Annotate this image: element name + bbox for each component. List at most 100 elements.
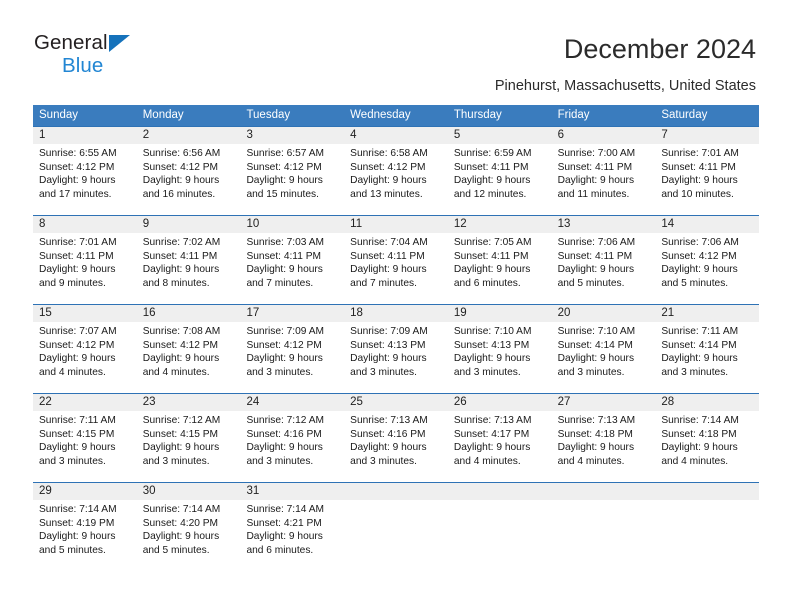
daylight-text-line1: Daylight: 9 hours bbox=[246, 175, 323, 187]
daylight-text-line1: Daylight: 9 hours bbox=[246, 353, 323, 365]
weekday-header-monday: Monday bbox=[142, 109, 184, 121]
day-number-band bbox=[447, 483, 552, 500]
day-cell[interactable]: 17 Sunrise: 7:09 AM Sunset: 4:12 PM Dayl… bbox=[240, 305, 345, 393]
sunset-text: Sunset: 4:12 PM bbox=[246, 161, 322, 173]
daylight-text-line2: and 4 minutes. bbox=[39, 366, 106, 378]
day-cell[interactable]: 29 Sunrise: 7:14 AM Sunset: 4:19 PM Dayl… bbox=[33, 483, 137, 571]
day-number-band: 4 bbox=[344, 127, 448, 144]
sunrise-text: Sunrise: 7:08 AM bbox=[142, 326, 221, 337]
day-details: Sunrise: 7:14 AM Sunset: 4:21 PM Dayligh… bbox=[240, 500, 344, 557]
day-number-band: 26 bbox=[447, 394, 552, 411]
sunset-text: Sunset: 4:11 PM bbox=[453, 250, 529, 262]
day-cell[interactable]: 28 Sunrise: 7:14 AM Sunset: 4:18 PM Dayl… bbox=[655, 394, 760, 482]
day-cell[interactable]: 27 Sunrise: 7:13 AM Sunset: 4:18 PM Dayl… bbox=[551, 394, 656, 482]
day-number-band: 31 bbox=[240, 483, 345, 500]
daylight-text-line1: Daylight: 9 hours bbox=[39, 442, 116, 454]
day-number-band: 28 bbox=[655, 394, 760, 411]
day-cell[interactable]: 11 Sunrise: 7:04 AM Sunset: 4:11 PM Dayl… bbox=[344, 216, 448, 304]
day-cell[interactable]: 6 Sunrise: 7:00 AM Sunset: 4:11 PM Dayli… bbox=[551, 127, 656, 215]
day-details: Sunrise: 6:55 AM Sunset: 4:12 PM Dayligh… bbox=[33, 144, 137, 201]
day-number: 24 bbox=[246, 396, 260, 408]
day-number: 20 bbox=[557, 307, 571, 319]
generalblue-logo[interactable]: General Blue bbox=[34, 32, 234, 87]
weekday-header-saturday: Saturday bbox=[661, 109, 708, 121]
day-cell[interactable]: 9 Sunrise: 7:02 AM Sunset: 4:11 PM Dayli… bbox=[136, 216, 241, 304]
day-cell[interactable]: 8 Sunrise: 7:01 AM Sunset: 4:11 PM Dayli… bbox=[33, 216, 137, 304]
day-cell[interactable]: 15 Sunrise: 7:07 AM Sunset: 4:12 PM Dayl… bbox=[33, 305, 137, 393]
day-cell[interactable]: 26 Sunrise: 7:13 AM Sunset: 4:17 PM Dayl… bbox=[447, 394, 552, 482]
sunrise-text: Sunrise: 7:14 AM bbox=[142, 504, 221, 515]
day-cell[interactable]: 2 Sunrise: 6:56 AM Sunset: 4:12 PM Dayli… bbox=[136, 127, 241, 215]
day-cell[interactable]: 3 Sunrise: 6:57 AM Sunset: 4:12 PM Dayli… bbox=[240, 127, 345, 215]
day-details: Sunrise: 7:14 AM Sunset: 4:18 PM Dayligh… bbox=[655, 411, 759, 468]
day-number-band: 8 bbox=[33, 216, 137, 233]
day-cell[interactable]: 31 Sunrise: 7:14 AM Sunset: 4:21 PM Dayl… bbox=[240, 483, 345, 571]
day-number-band: 9 bbox=[136, 216, 241, 233]
day-number-band: 11 bbox=[344, 216, 448, 233]
day-number: 2 bbox=[142, 129, 150, 141]
day-cell[interactable]: 22 Sunrise: 7:11 AM Sunset: 4:15 PM Dayl… bbox=[33, 394, 137, 482]
daylight-text-line2: and 5 minutes. bbox=[661, 277, 729, 289]
day-number-band: 27 bbox=[551, 394, 656, 411]
day-cell[interactable]: 13 Sunrise: 7:06 AM Sunset: 4:11 PM Dayl… bbox=[551, 216, 656, 304]
day-details: Sunrise: 7:12 AM Sunset: 4:16 PM Dayligh… bbox=[240, 411, 344, 468]
day-details: Sunrise: 7:12 AM Sunset: 4:15 PM Dayligh… bbox=[137, 411, 241, 468]
day-cell[interactable]: 10 Sunrise: 7:03 AM Sunset: 4:11 PM Dayl… bbox=[240, 216, 345, 304]
sunrise-text: Sunrise: 7:07 AM bbox=[39, 326, 117, 337]
daylight-text-line2: and 5 minutes. bbox=[142, 544, 210, 556]
sunrise-text: Sunrise: 7:11 AM bbox=[661, 326, 739, 337]
day-cell[interactable]: 23 Sunrise: 7:12 AM Sunset: 4:15 PM Dayl… bbox=[136, 394, 241, 482]
day-cell[interactable]: 20 Sunrise: 7:10 AM Sunset: 4:14 PM Dayl… bbox=[551, 305, 656, 393]
day-number: 23 bbox=[142, 396, 156, 408]
sunrise-text: Sunrise: 6:58 AM bbox=[350, 148, 428, 159]
day-number-band bbox=[655, 483, 760, 500]
daylight-text-line2: and 3 minutes. bbox=[661, 366, 729, 378]
sunset-text: Sunset: 4:15 PM bbox=[39, 428, 115, 440]
day-cell[interactable]: 7 Sunrise: 7:01 AM Sunset: 4:11 PM Dayli… bbox=[655, 127, 760, 215]
day-details: Sunrise: 7:10 AM Sunset: 4:14 PM Dayligh… bbox=[552, 322, 656, 379]
sunrise-text: Sunrise: 7:12 AM bbox=[246, 415, 325, 426]
day-number-band bbox=[551, 483, 656, 500]
sunrise-text: Sunrise: 7:14 AM bbox=[246, 504, 325, 515]
daylight-text-line1: Daylight: 9 hours bbox=[142, 531, 220, 543]
day-cell[interactable]: 5 Sunrise: 6:59 AM Sunset: 4:11 PM Dayli… bbox=[447, 127, 552, 215]
sunrise-text: Sunrise: 7:00 AM bbox=[557, 148, 636, 159]
day-number: 5 bbox=[453, 129, 461, 141]
day-cell[interactable]: 14 Sunrise: 7:06 AM Sunset: 4:12 PM Dayl… bbox=[655, 216, 760, 304]
daylight-text-line2: and 7 minutes. bbox=[246, 277, 314, 289]
daylight-text-line2: and 10 minutes. bbox=[661, 188, 734, 200]
day-number: 27 bbox=[557, 396, 571, 408]
sunrise-text: Sunrise: 7:02 AM bbox=[142, 237, 221, 248]
day-cell[interactable]: 18 Sunrise: 7:09 AM Sunset: 4:13 PM Dayl… bbox=[344, 305, 448, 393]
day-cell[interactable]: 4 Sunrise: 6:58 AM Sunset: 4:12 PM Dayli… bbox=[344, 127, 448, 215]
day-cell[interactable]: 21 Sunrise: 7:11 AM Sunset: 4:14 PM Dayl… bbox=[655, 305, 760, 393]
day-cell[interactable]: 16 Sunrise: 7:08 AM Sunset: 4:12 PM Dayl… bbox=[136, 305, 241, 393]
sunset-text: Sunset: 4:16 PM bbox=[246, 428, 322, 440]
daylight-text-line2: and 3 minutes. bbox=[350, 366, 417, 378]
day-number: 19 bbox=[453, 307, 467, 319]
daylight-text-line2: and 15 minutes. bbox=[246, 188, 319, 200]
daylight-text-line2: and 12 minutes. bbox=[453, 188, 527, 200]
day-number-band: 6 bbox=[551, 127, 656, 144]
day-cell[interactable]: 24 Sunrise: 7:12 AM Sunset: 4:16 PM Dayl… bbox=[240, 394, 345, 482]
day-cell[interactable]: 1 Sunrise: 6:55 AM Sunset: 4:12 PM Dayli… bbox=[33, 127, 137, 215]
daylight-text-line1: Daylight: 9 hours bbox=[246, 442, 323, 454]
day-details: Sunrise: 6:58 AM Sunset: 4:12 PM Dayligh… bbox=[344, 144, 448, 201]
daylight-text-line2: and 7 minutes. bbox=[350, 277, 417, 289]
sunset-text: Sunset: 4:18 PM bbox=[557, 428, 633, 440]
day-number-band: 21 bbox=[655, 305, 760, 322]
day-details: Sunrise: 7:08 AM Sunset: 4:12 PM Dayligh… bbox=[137, 322, 241, 379]
daylight-text-line2: and 4 minutes. bbox=[661, 455, 729, 467]
day-number-band: 1 bbox=[33, 127, 137, 144]
day-number: 7 bbox=[661, 129, 668, 141]
weekday-header-row: Sunday Monday Tuesday Wednesday Thursday… bbox=[33, 105, 759, 126]
day-cell[interactable]: 19 Sunrise: 7:10 AM Sunset: 4:13 PM Dayl… bbox=[447, 305, 552, 393]
day-cell[interactable]: 30 Sunrise: 7:14 AM Sunset: 4:20 PM Dayl… bbox=[136, 483, 241, 571]
sunrise-text: Sunrise: 6:59 AM bbox=[453, 148, 532, 159]
daylight-text-line2: and 3 minutes. bbox=[246, 455, 314, 467]
day-details: Sunrise: 7:11 AM Sunset: 4:14 PM Dayligh… bbox=[655, 322, 759, 379]
day-number: 31 bbox=[246, 485, 260, 497]
sunrise-text: Sunrise: 7:05 AM bbox=[453, 237, 532, 248]
day-cell[interactable]: 25 Sunrise: 7:13 AM Sunset: 4:16 PM Dayl… bbox=[344, 394, 448, 482]
day-cell[interactable]: 12 Sunrise: 7:05 AM Sunset: 4:11 PM Dayl… bbox=[447, 216, 552, 304]
